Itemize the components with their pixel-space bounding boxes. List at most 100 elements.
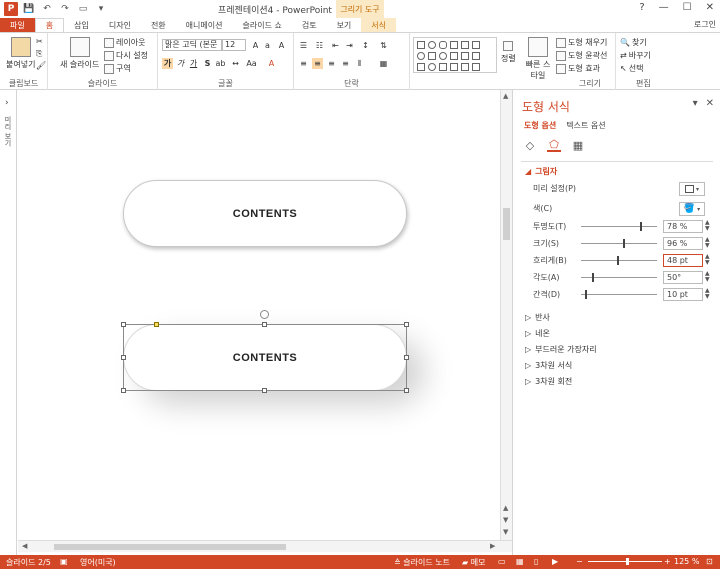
numbering-icon[interactable]: ☷ — [314, 40, 325, 51]
tab-slide-show[interactable]: 슬라이드 쇼 — [232, 18, 291, 32]
spinner-icon[interactable]: ▲ ▼ — [705, 288, 710, 300]
blur-slider-knob[interactable] — [617, 256, 620, 265]
spellcheck-icon[interactable]: ▣ — [60, 557, 68, 566]
angle-slider-knob[interactable] — [591, 273, 594, 282]
vertical-scroll-thumb[interactable] — [503, 208, 510, 240]
decrease-indent-icon[interactable]: ⇤ — [330, 40, 341, 51]
distance-input[interactable]: 10 pt — [663, 288, 703, 301]
cube-shape-icon[interactable] — [439, 63, 447, 71]
tab-insert[interactable]: 삽입 — [64, 18, 99, 32]
language-indicator[interactable]: 영어(미국) — [80, 557, 116, 568]
size-slider-knob[interactable] — [622, 239, 625, 248]
brace-shape-icon[interactable] — [472, 63, 480, 71]
star-shape-icon[interactable] — [472, 52, 480, 60]
rectangle-shape-icon[interactable] — [417, 41, 425, 49]
contents-shape-1[interactable]: CONTENTS — [123, 180, 407, 247]
text-direction-icon[interactable]: ⇅ — [378, 40, 389, 51]
font-color-icon[interactable]: A — [266, 58, 277, 69]
tab-animations[interactable]: 애니메이션 — [176, 18, 233, 32]
close-button[interactable]: ✕ — [706, 2, 714, 13]
strikethrough-icon[interactable]: ab — [215, 58, 226, 69]
horizontal-scrollbar[interactable]: ◀ ▶ — [18, 540, 512, 552]
resize-handle[interactable] — [121, 355, 126, 360]
arrow-shape-icon[interactable] — [472, 41, 480, 49]
bracket-shape-icon[interactable] — [450, 63, 458, 71]
replace-button[interactable]: ⇄ 바꾸기 — [620, 50, 651, 61]
reading-view-icon[interactable]: ▯ — [534, 557, 538, 566]
shape-outline-button[interactable]: 도형 윤곽선 — [556, 50, 607, 61]
bold-icon[interactable]: 가 — [162, 58, 173, 69]
reset-button[interactable]: 다시 설정 — [104, 50, 148, 61]
pane-options-icon[interactable]: ▾ — [693, 98, 698, 109]
tab-shape-options[interactable]: 도형 옵션 — [524, 120, 556, 131]
zoom-level[interactable]: 125 % — [674, 557, 699, 566]
layout-button[interactable]: 레이아웃 — [104, 37, 145, 48]
paste-button[interactable]: 붙여넣기 — [6, 37, 35, 70]
rotate-handle-icon[interactable] — [260, 310, 269, 319]
clear-format-icon[interactable]: A — [276, 40, 287, 51]
resize-handle[interactable] — [121, 322, 126, 327]
distance-slider-knob[interactable] — [584, 290, 587, 299]
tab-design[interactable]: 디자인 — [99, 18, 141, 32]
block-arrow-shape-icon[interactable] — [461, 52, 469, 60]
line-shape-icon[interactable] — [461, 41, 469, 49]
section-reflection[interactable]: ▷ 반사 — [525, 312, 550, 323]
square-shape-icon[interactable] — [428, 52, 436, 60]
callout-shape-icon[interactable] — [417, 63, 425, 71]
zoom-out-icon[interactable]: − — [576, 557, 583, 566]
bullets-icon[interactable]: ☰ — [298, 40, 309, 51]
scroll-left-icon[interactable]: ◀ — [22, 542, 27, 550]
expand-thumbnails-icon[interactable]: › — [5, 98, 9, 108]
change-case-icon[interactable]: Aa — [246, 58, 257, 69]
resize-handle[interactable] — [404, 355, 409, 360]
tab-file[interactable]: 파일 — [0, 18, 35, 32]
scroll-down-icon[interactable]: ▼ — [503, 528, 508, 536]
section-3d-format[interactable]: ▷ 3차원 서식 — [525, 360, 572, 371]
preset-picker[interactable]: ▾ — [679, 182, 705, 196]
resize-handle[interactable] — [262, 322, 267, 327]
pill-shape-icon[interactable] — [439, 52, 447, 60]
justify-icon[interactable]: ≡ — [340, 58, 351, 69]
zoom-slider[interactable] — [588, 558, 662, 565]
smartart-icon[interactable]: ▦ — [378, 58, 389, 69]
spinner-icon[interactable]: ▲ ▼ — [705, 220, 710, 232]
tab-review[interactable]: 검토 — [292, 18, 327, 32]
spinner-icon[interactable]: ▲ ▼ — [705, 271, 710, 283]
section-3d-rotation[interactable]: ▷ 3차원 회전 — [525, 376, 572, 387]
start-from-beginning-icon[interactable]: ▭ — [76, 2, 90, 16]
triangle-shape-icon[interactable] — [450, 41, 458, 49]
spinner-icon[interactable]: ▲ ▼ — [705, 237, 710, 249]
notes-button[interactable]: ≙ 슬라이드 노트 — [394, 557, 450, 568]
new-slide-button[interactable]: 새 슬라이드 — [60, 37, 99, 70]
login-link[interactable]: 로그인 — [694, 19, 716, 30]
line-spacing-icon[interactable]: ↕ — [360, 40, 371, 51]
align-center-icon[interactable]: ≡ — [312, 58, 323, 69]
columns-icon[interactable]: ⫴ — [354, 58, 365, 69]
find-button[interactable]: 🔍 찾기 — [620, 37, 647, 48]
redo-icon[interactable]: ↷ — [58, 2, 72, 16]
section-button[interactable]: 구역 — [104, 63, 131, 74]
increase-indent-icon[interactable]: ⇥ — [344, 40, 355, 51]
help-button[interactable]: ? — [639, 2, 644, 13]
fill-line-icon[interactable]: ◇ — [523, 138, 537, 152]
transparency-slider-knob[interactable] — [640, 222, 643, 231]
shape-effects-button[interactable]: 도형 효과 — [556, 63, 600, 74]
section-glow[interactable]: ▷ 네온 — [525, 328, 550, 339]
shadow-color-picker[interactable]: 🪣 ▾ — [679, 202, 705, 216]
angle-slider[interactable] — [581, 273, 657, 282]
tab-transitions[interactable]: 전환 — [141, 18, 176, 32]
thumbnail-pane-collapsed[interactable]: › 미리 보기 — [0, 90, 17, 555]
customize-quick-access-icon[interactable]: ▾ — [94, 2, 108, 16]
format-painter-icon[interactable]: 🖌 — [36, 61, 46, 70]
circle-shape-icon[interactable] — [417, 52, 425, 60]
tab-home[interactable]: 홈 — [34, 18, 65, 32]
horizontal-scroll-thumb[interactable] — [54, 544, 286, 550]
scroll-right-icon[interactable]: ▶ — [490, 542, 495, 550]
spinner-icon[interactable]: ▲ ▼ — [705, 254, 710, 266]
resize-handle[interactable] — [404, 322, 409, 327]
zoom-in-icon[interactable]: + — [664, 557, 671, 566]
slide-sorter-icon[interactable]: ▦ — [516, 557, 524, 566]
shrink-font-icon[interactable]: a — [262, 40, 273, 51]
slide-canvas[interactable] — [18, 90, 500, 540]
arrange-button[interactable]: 정렬 — [501, 41, 516, 64]
